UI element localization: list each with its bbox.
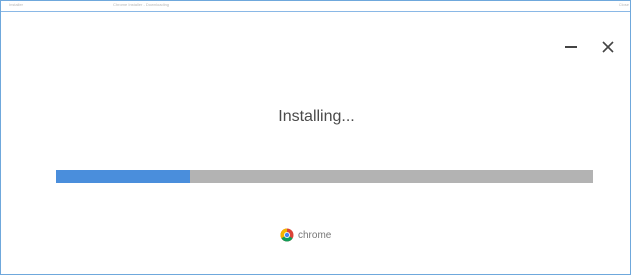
close-button[interactable] bbox=[598, 37, 618, 57]
title-strip-left-text: Installer bbox=[9, 2, 24, 7]
chrome-logo-icon bbox=[280, 228, 294, 242]
chrome-brand: chrome bbox=[280, 227, 331, 243]
title-strip: Installer Chrome Installer - Downloading… bbox=[1, 1, 630, 12]
installing-status-title: Installing... bbox=[278, 108, 355, 125]
title-strip-center-text: Chrome Installer - Downloading bbox=[113, 2, 170, 7]
install-progress-bar bbox=[56, 170, 593, 183]
install-progress-fill bbox=[56, 170, 191, 183]
title-strip-right-text: Close bbox=[618, 2, 629, 7]
installer-window: Installer Chrome Installer - Downloading… bbox=[0, 0, 631, 275]
minimize-icon bbox=[565, 46, 577, 48]
close-icon bbox=[602, 41, 614, 53]
brand-name: chrome bbox=[298, 229, 332, 241]
minimize-button[interactable] bbox=[561, 37, 581, 57]
